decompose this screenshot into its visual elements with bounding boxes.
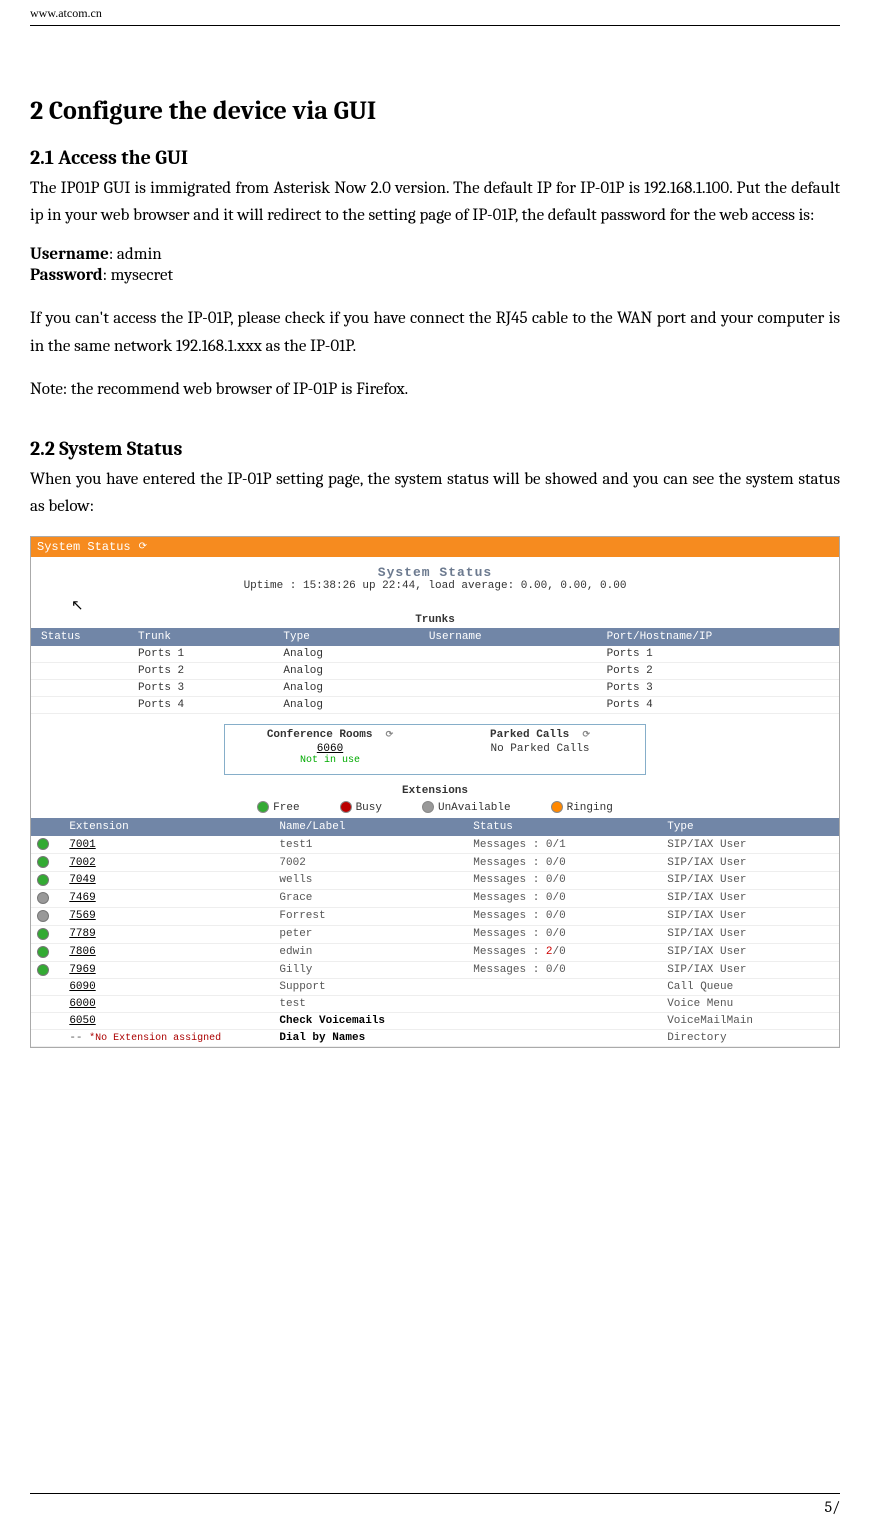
uptime-text: Uptime : 15:38:26 up 22:44, load average…: [31, 580, 839, 592]
legend: Free Busy UnAvailable Ringing: [31, 801, 839, 814]
trunks-table: Status Trunk Type Username Port/Hostname…: [31, 628, 839, 714]
table-row: 7469GraceMessages : 0/0SIP/IAX User: [31, 889, 839, 907]
table-row: -- *No Extension assignedDial by NamesDi…: [31, 1030, 839, 1047]
col-type: Type: [273, 628, 418, 646]
extensions-table: Extension Name/Label Status Type 7001tes…: [31, 818, 839, 1047]
col-porthost: Port/Hostname/IP: [597, 628, 839, 646]
col-type: Type: [661, 818, 839, 836]
extension-link[interactable]: 7469: [69, 892, 95, 904]
table-row: 7049wellsMessages : 0/0SIP/IAX User: [31, 872, 839, 890]
p-rj45: If you can't access the IP-01P, please c…: [30, 305, 840, 359]
conference-panel: Conference Rooms ⟳ 6060 Not in use: [225, 725, 435, 774]
password-label: Password: [30, 266, 103, 285]
table-row: 7001test1Messages : 0/1SIP/IAX User: [31, 836, 839, 853]
conference-title: Conference Rooms: [267, 729, 373, 741]
system-status-heading: System Status: [31, 565, 839, 580]
table-row: 6090SupportCall Queue: [31, 979, 839, 996]
table-row: 7789peterMessages : 0/0SIP/IAX User: [31, 925, 839, 943]
extension-link[interactable]: 6000: [69, 998, 95, 1010]
header-url: www.atcom.cn: [30, 6, 102, 20]
extension-link[interactable]: 7049: [69, 874, 95, 886]
table-row: Ports 2AnalogPorts 2: [31, 663, 839, 680]
page-header: www.atcom.cn: [30, 0, 840, 26]
table-row: 7969GillyMessages : 0/0SIP/IAX User: [31, 961, 839, 979]
username-value: : admin: [109, 245, 162, 264]
legend-ringing: Ringing: [551, 801, 613, 814]
password-line: Password: mysecret: [30, 266, 840, 285]
p-access: The IP01P GUI is immigrated from Asteris…: [30, 175, 840, 229]
legend-unavailable: UnAvailable: [422, 801, 511, 814]
table-row: 70027002Messages : 0/0SIP/IAX User: [31, 854, 839, 872]
h2-status: 2.2 System Status: [30, 437, 840, 460]
table-row: Ports 4AnalogPorts 4: [31, 697, 839, 714]
refresh-icon[interactable]: ⟳: [139, 541, 147, 553]
username-label: Username: [30, 245, 109, 264]
system-status-screenshot: System Status ⟳ System Status Uptime : 1…: [30, 536, 840, 1048]
legend-busy: Busy: [340, 801, 382, 814]
page-number: 5/: [825, 1498, 840, 1516]
parked-title: Parked Calls: [490, 729, 569, 741]
p-status: When you have entered the IP-01P setting…: [30, 466, 840, 520]
password-value: : mysecret: [103, 266, 173, 285]
p-note: Note: the recommend web browser of IP-01…: [30, 376, 840, 403]
col-extension: Extension: [63, 818, 273, 836]
extension-link[interactable]: 7001: [69, 839, 95, 851]
extension-link[interactable]: 7002: [69, 857, 95, 869]
conference-number[interactable]: 6060: [225, 743, 435, 755]
table-row: Ports 1AnalogPorts 1: [31, 646, 839, 663]
extensions-label: Extensions: [31, 785, 839, 797]
conference-status: Not in use: [225, 755, 435, 766]
titlebar-text: System Status: [37, 540, 131, 554]
h1: 2 Configure the device via GUI: [30, 96, 840, 126]
col-name: Name/Label: [273, 818, 467, 836]
legend-free: Free: [257, 801, 299, 814]
trunks-label: Trunks: [31, 614, 839, 626]
mid-panels: Conference Rooms ⟳ 6060 Not in use Parke…: [224, 724, 646, 775]
table-row: Ports 3AnalogPorts 3: [31, 680, 839, 697]
username-line: Username: admin: [30, 245, 840, 264]
extension-link[interactable]: 6050: [69, 1015, 95, 1027]
h2-access: 2.1 Access the GUI: [30, 146, 840, 169]
col-trunk: Trunk: [128, 628, 273, 646]
refresh-icon[interactable]: ⟳: [582, 730, 590, 740]
extension-link[interactable]: 7789: [69, 928, 95, 940]
col-username: Username: [419, 628, 597, 646]
extension-link[interactable]: 7969: [69, 964, 95, 976]
refresh-icon[interactable]: ⟳: [386, 730, 394, 740]
table-row: 7806edwinMessages : 2/0SIP/IAX User: [31, 943, 839, 961]
extension-link[interactable]: 7806: [69, 946, 95, 958]
parked-panel: Parked Calls ⟳ No Parked Calls: [435, 725, 645, 774]
extension-link[interactable]: 6090: [69, 981, 95, 993]
parked-status: No Parked Calls: [435, 743, 645, 755]
screenshot-titlebar: System Status ⟳: [31, 537, 839, 557]
cursor-icon: ↖: [71, 596, 870, 612]
table-row: 6000testVoice Menu: [31, 996, 839, 1013]
col-status: Status: [31, 628, 128, 646]
page-footer: 5/: [30, 1493, 840, 1516]
col-status: Status: [467, 818, 661, 836]
extension-link[interactable]: 7569: [69, 910, 95, 922]
table-row: 6050Check VoicemailsVoiceMailMain: [31, 1013, 839, 1030]
table-row: 7569ForrestMessages : 0/0SIP/IAX User: [31, 907, 839, 925]
